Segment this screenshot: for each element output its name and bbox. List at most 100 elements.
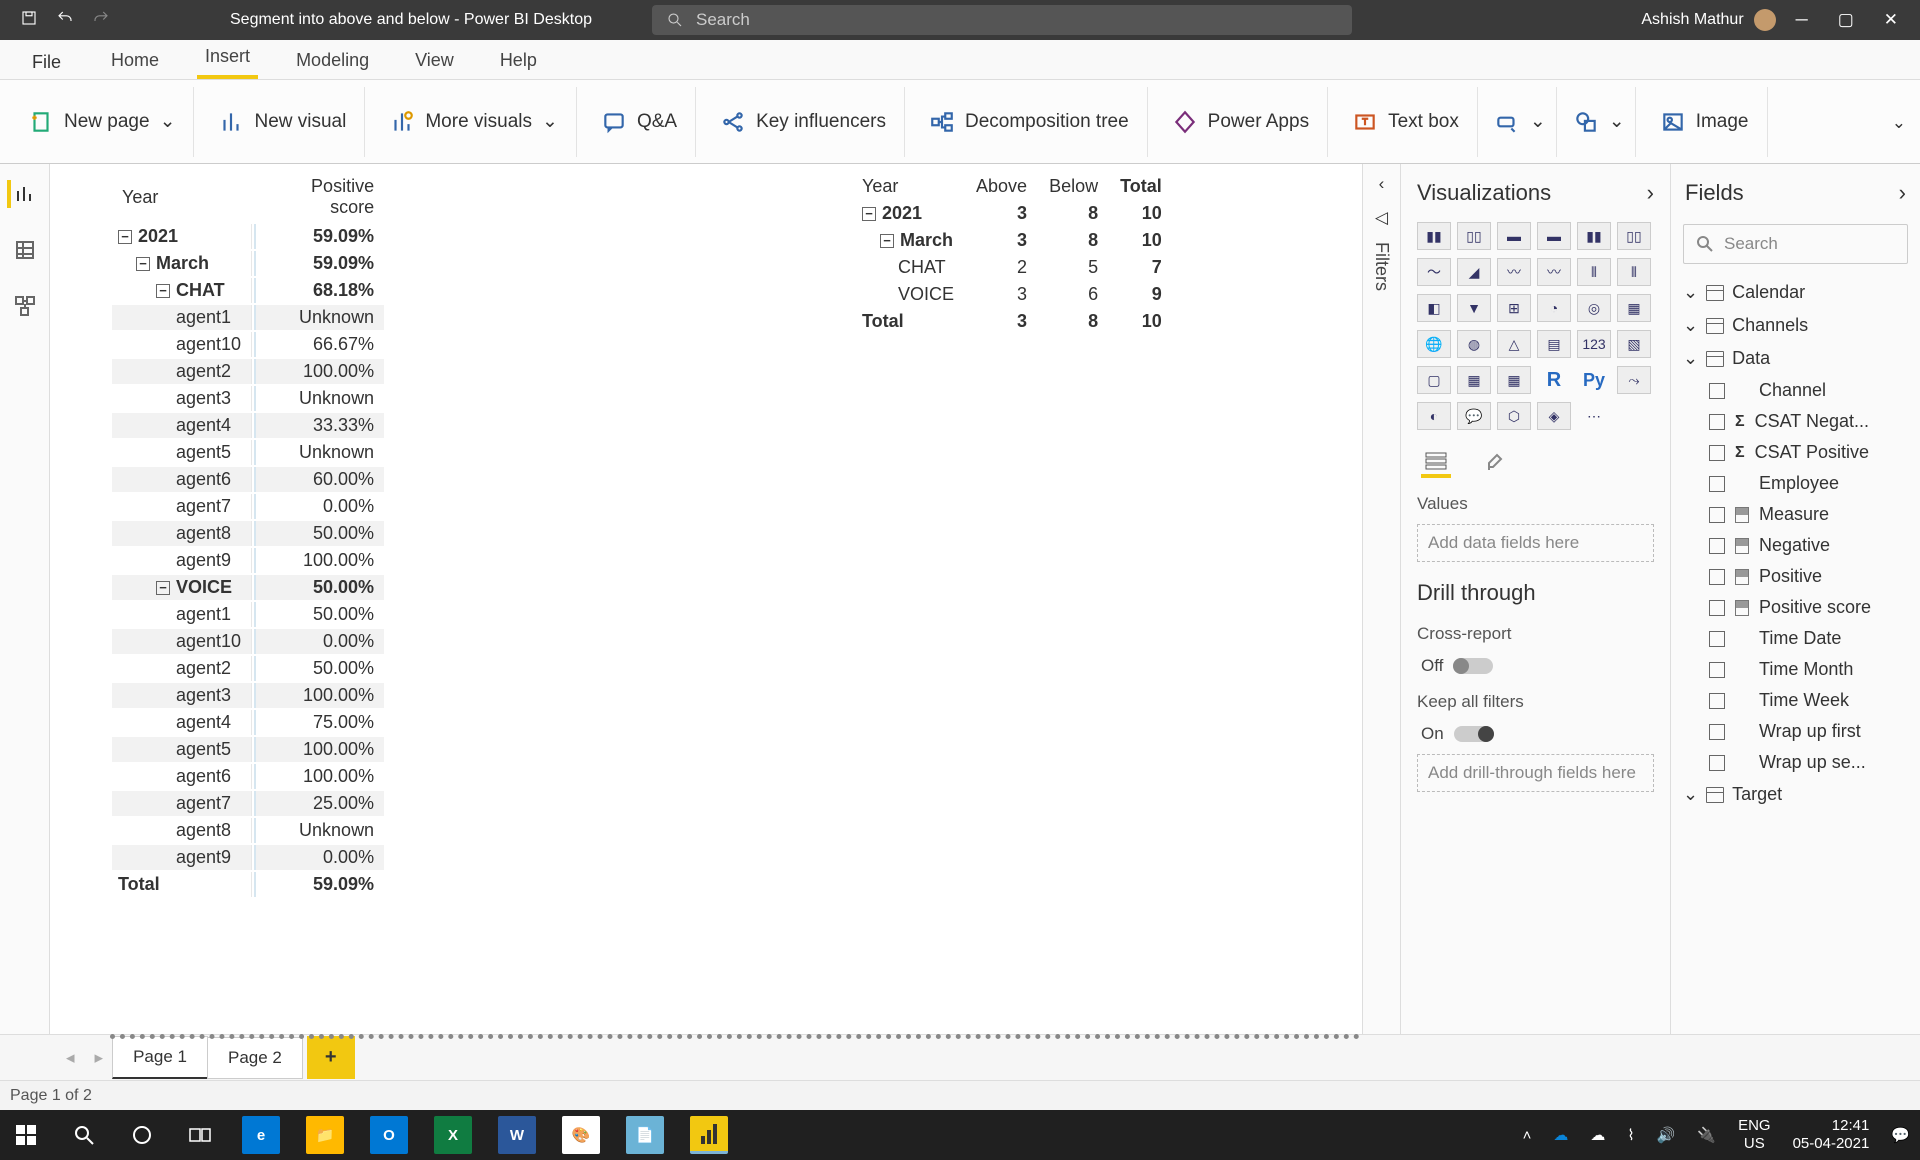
collapse-icon[interactable]: − bbox=[156, 581, 170, 595]
table-row[interactable]: agent850.00% bbox=[112, 521, 384, 546]
viz-type-icon[interactable]: 〰 bbox=[1537, 258, 1571, 286]
table-row[interactable]: −March3810 bbox=[852, 228, 1172, 253]
power-apps-button[interactable]: Power Apps bbox=[1154, 87, 1328, 157]
taskbar-search-icon[interactable] bbox=[68, 1119, 100, 1151]
col-below[interactable]: Below bbox=[1039, 174, 1108, 199]
new-visual-button[interactable]: New visual bbox=[200, 87, 365, 157]
checkbox[interactable] bbox=[1709, 631, 1725, 647]
search-box[interactable]: Search bbox=[652, 5, 1352, 35]
table-row[interactable]: Total59.09% bbox=[112, 872, 384, 897]
checkbox[interactable] bbox=[1709, 693, 1725, 709]
viz-type-icon[interactable]: ◔ bbox=[1537, 294, 1571, 322]
field-item[interactable]: Time Date bbox=[1679, 623, 1912, 654]
viz-type-icon[interactable]: ◎ bbox=[1577, 294, 1611, 322]
table-row[interactable]: VOICE369 bbox=[852, 282, 1172, 307]
table-row[interactable]: agent250.00% bbox=[112, 656, 384, 681]
image-button[interactable]: Image bbox=[1642, 87, 1768, 157]
matrix-visual-1[interactable]: Year Positive score −202159.09%−March59.… bbox=[110, 172, 840, 972]
viz-type-icon[interactable]: R bbox=[1537, 366, 1571, 394]
field-item[interactable]: Measure bbox=[1679, 499, 1912, 530]
field-table[interactable]: ⌄Calendar bbox=[1679, 276, 1912, 309]
col-total[interactable]: Total bbox=[1110, 174, 1172, 199]
volume-icon[interactable]: 🔊 bbox=[1657, 1126, 1676, 1144]
viz-type-icon[interactable]: ▬ bbox=[1537, 222, 1571, 250]
collapse-icon[interactable]: − bbox=[118, 230, 132, 244]
table-row[interactable]: agent725.00% bbox=[112, 791, 384, 816]
viz-type-icon[interactable]: 〜 bbox=[1417, 258, 1451, 286]
edge-icon[interactable]: e bbox=[242, 1116, 280, 1154]
viz-type-icon[interactable]: ▤ bbox=[1537, 330, 1571, 358]
viz-type-icon[interactable]: ▢ bbox=[1417, 366, 1451, 394]
ribbon-expand-icon[interactable]: ⌄ bbox=[1892, 113, 1906, 133]
field-item[interactable]: ΣCSAT Positive bbox=[1679, 437, 1912, 468]
field-table[interactable]: ⌄Channels bbox=[1679, 309, 1912, 342]
checkbox[interactable] bbox=[1709, 724, 1725, 740]
field-item[interactable]: Negative bbox=[1679, 530, 1912, 561]
model-view-icon[interactable] bbox=[11, 292, 39, 320]
table-row[interactable]: agent433.33% bbox=[112, 413, 384, 438]
notifications-icon[interactable]: 💬 bbox=[1891, 1126, 1910, 1144]
table-row[interactable]: CHAT257 bbox=[852, 255, 1172, 280]
viz-type-icon[interactable]: 〰 bbox=[1497, 258, 1531, 286]
clock-time[interactable]: 12:41 bbox=[1793, 1117, 1870, 1135]
checkbox[interactable] bbox=[1709, 383, 1725, 399]
table-row[interactable]: −20213810 bbox=[852, 201, 1172, 226]
viz-format-tab[interactable] bbox=[1479, 448, 1509, 478]
viz-type-icon[interactable]: ◢ bbox=[1457, 258, 1491, 286]
tab-insert[interactable]: Insert bbox=[197, 40, 258, 79]
report-canvas[interactable]: Year Positive score −202159.09%−March59.… bbox=[50, 164, 1362, 1034]
file-tab[interactable]: File bbox=[20, 46, 73, 79]
col-score[interactable]: Positive score bbox=[254, 174, 384, 222]
save-icon[interactable] bbox=[20, 9, 38, 32]
checkbox[interactable] bbox=[1709, 662, 1725, 678]
clock-date[interactable]: 05-04-2021 bbox=[1793, 1135, 1870, 1153]
table-row[interactable]: agent90.00% bbox=[112, 845, 384, 870]
field-item[interactable]: Channel bbox=[1679, 375, 1912, 406]
viz-type-icon[interactable]: ▦ bbox=[1497, 366, 1531, 394]
buttons-dropdown[interactable]: ⌄ bbox=[1484, 87, 1557, 157]
viz-type-icon[interactable]: 123 bbox=[1577, 330, 1611, 358]
chevron-right-icon[interactable]: › bbox=[1899, 180, 1906, 206]
field-item[interactable]: Employee bbox=[1679, 468, 1912, 499]
checkbox[interactable] bbox=[1709, 507, 1725, 523]
viz-type-icon[interactable]: ◈ bbox=[1537, 402, 1571, 430]
qa-button[interactable]: Q&A bbox=[583, 87, 696, 157]
data-view-icon[interactable] bbox=[11, 236, 39, 264]
field-item[interactable]: Time Month bbox=[1679, 654, 1912, 685]
viz-type-icon[interactable]: ⦀ bbox=[1577, 258, 1611, 286]
drill-well[interactable]: Add drill-through fields here bbox=[1417, 754, 1654, 792]
table-row[interactable]: −March59.09% bbox=[112, 251, 384, 276]
tab-modeling[interactable]: Modeling bbox=[288, 44, 377, 79]
shapes-dropdown[interactable]: ⌄ bbox=[1563, 87, 1636, 157]
field-item[interactable]: Wrap up first bbox=[1679, 716, 1912, 747]
text-box-button[interactable]: Text box bbox=[1334, 87, 1478, 157]
viz-type-icon[interactable]: ▦ bbox=[1457, 366, 1491, 394]
lang1[interactable]: ENG bbox=[1738, 1117, 1771, 1135]
field-item[interactable]: Positive score bbox=[1679, 592, 1912, 623]
table-row[interactable]: agent5100.00% bbox=[112, 737, 384, 762]
new-page-button[interactable]: New page ⌄ bbox=[10, 87, 194, 157]
collapse-icon[interactable]: − bbox=[880, 234, 894, 248]
table-row[interactable]: −CHAT68.18% bbox=[112, 278, 384, 303]
checkbox[interactable] bbox=[1709, 414, 1725, 430]
minimize-icon[interactable]: ─ bbox=[1796, 10, 1808, 30]
table-row[interactable]: agent5Unknown bbox=[112, 440, 384, 465]
lang2[interactable]: US bbox=[1738, 1135, 1771, 1153]
viz-type-icon[interactable]: ▼ bbox=[1457, 294, 1491, 322]
viz-type-icon[interactable]: 🌐 bbox=[1417, 330, 1451, 358]
word-icon[interactable]: W bbox=[498, 1116, 536, 1154]
viz-type-icon[interactable]: ▮▮ bbox=[1417, 222, 1451, 250]
wifi-icon[interactable]: ⌇ bbox=[1627, 1126, 1634, 1144]
col-above[interactable]: Above bbox=[966, 174, 1037, 199]
field-table[interactable]: ⌄Data bbox=[1679, 342, 1912, 375]
battery-icon[interactable]: 🔌 bbox=[1697, 1126, 1716, 1144]
table-row[interactable]: agent1Unknown bbox=[112, 305, 384, 330]
field-item[interactable]: Wrap up se... bbox=[1679, 747, 1912, 778]
collapse-icon[interactable]: − bbox=[136, 257, 150, 271]
decomposition-button[interactable]: Decomposition tree bbox=[911, 87, 1148, 157]
checkbox[interactable] bbox=[1709, 600, 1725, 616]
table-row[interactable]: −VOICE50.00% bbox=[112, 575, 384, 600]
table-row[interactable]: agent1066.67% bbox=[112, 332, 384, 357]
chevron-right-icon[interactable]: › bbox=[1647, 180, 1654, 206]
notepad-icon[interactable]: 📄 bbox=[626, 1116, 664, 1154]
